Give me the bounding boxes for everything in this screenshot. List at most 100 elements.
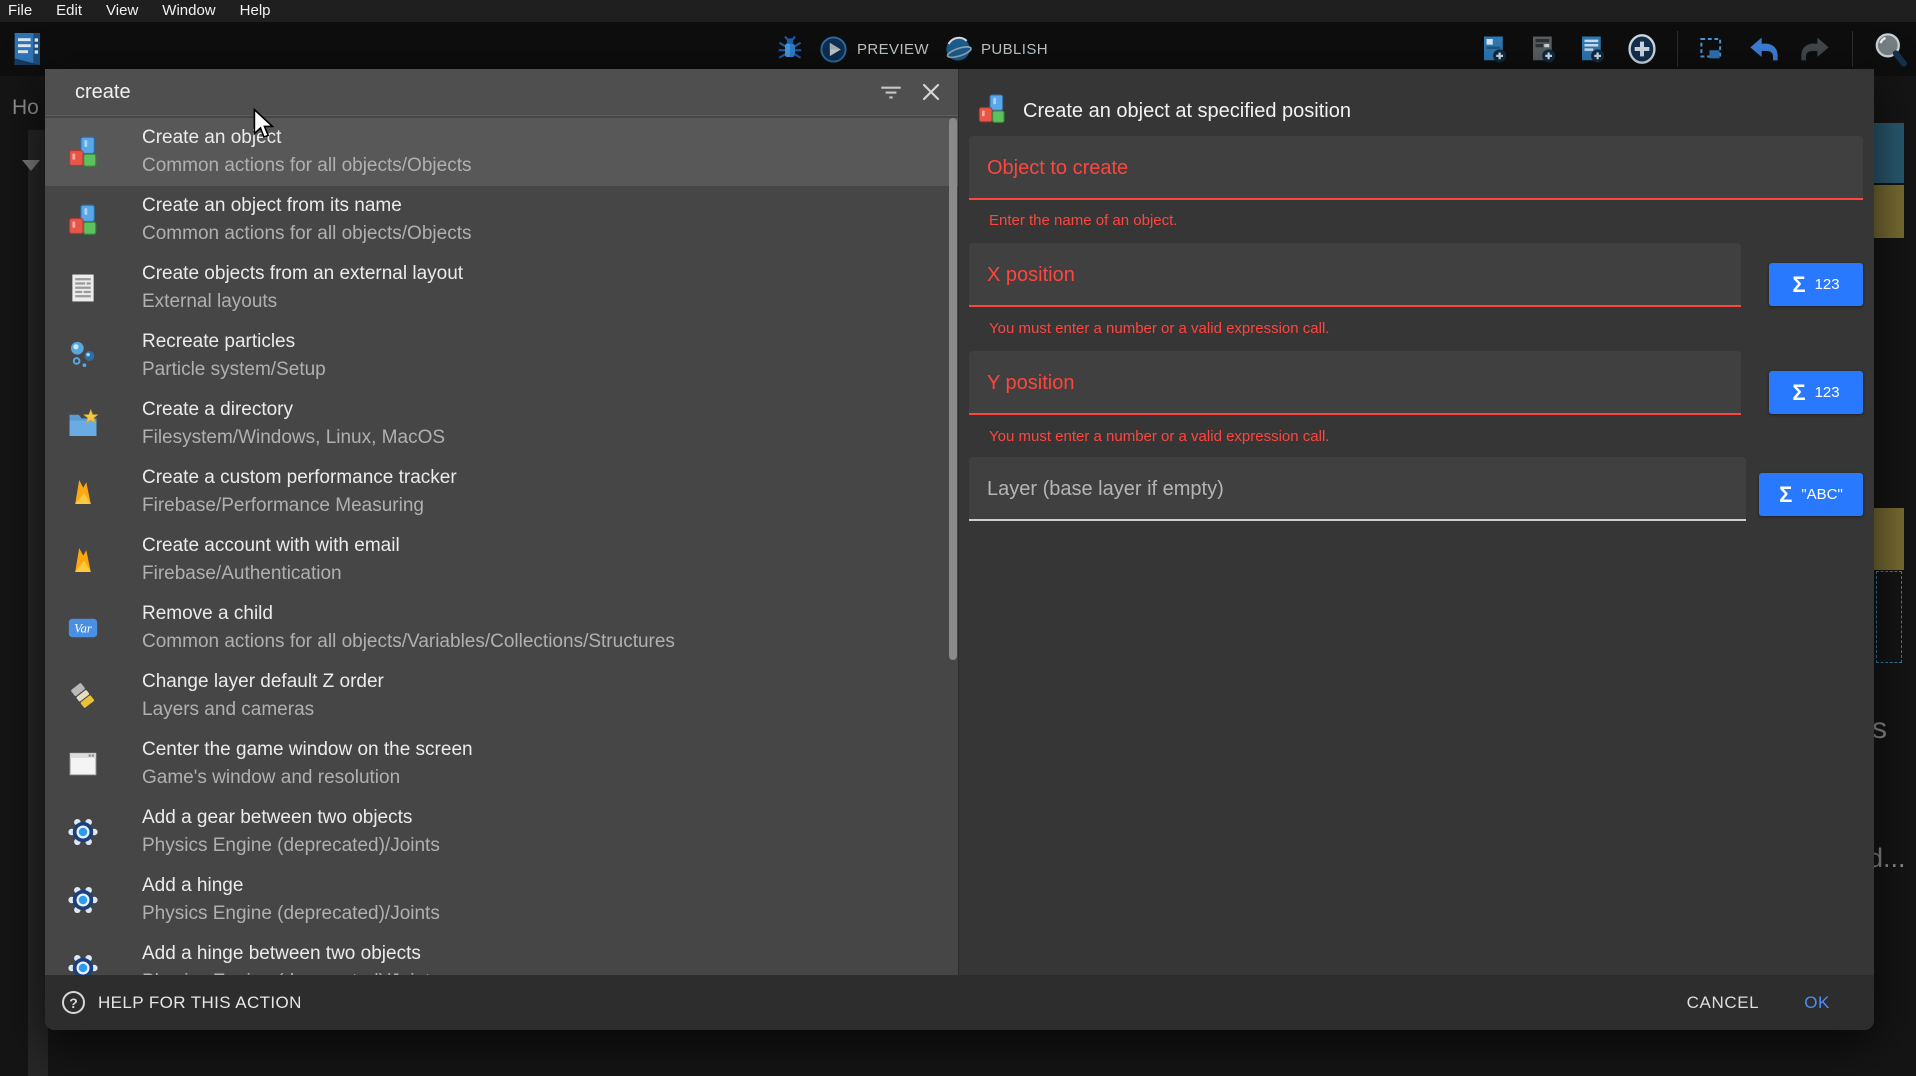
action-list: Create an object Common actions for all o…	[45, 118, 958, 1030]
action-title: Create an object	[142, 126, 471, 150]
menu-view[interactable]: View	[94, 0, 150, 22]
action-list-item[interactable]: Create account with with emailFirebase/A…	[45, 526, 958, 594]
redo-button[interactable]	[1799, 33, 1833, 65]
background-selection-outline	[1876, 571, 1902, 663]
action-title: Change layer default Z order	[142, 670, 384, 694]
object-to-create-helper: Enter the name of an object.	[989, 212, 1177, 229]
undo-button[interactable]	[1746, 33, 1780, 65]
action-title: Create a directory	[142, 398, 445, 422]
action-title: Create account with with email	[142, 534, 400, 558]
y-position-error: You must enter a number or a valid expre…	[989, 428, 1329, 445]
chevron-down-icon[interactable]	[22, 160, 40, 171]
close-button[interactable]	[918, 79, 944, 105]
search-input[interactable]: create	[45, 81, 878, 104]
background-object-olive	[1874, 508, 1904, 570]
action-list-panel: create Create an object Common actions fo…	[45, 69, 958, 1030]
list-scrollbar[interactable]	[949, 118, 957, 660]
action-title: Create objects from an external layout	[142, 262, 463, 286]
menu-bar: File Edit View Window Help	[0, 0, 1916, 22]
background-object-teal	[1874, 123, 1904, 183]
action-subtitle: Common actions for all objects/Objects	[142, 154, 471, 178]
action-title: Add a hinge	[142, 874, 440, 898]
form-header: Create an object at specified position	[976, 93, 1351, 130]
folder-star-icon	[66, 407, 100, 441]
action-list-item[interactable]: Create a custom performance trackerFireb…	[45, 458, 958, 526]
menu-window[interactable]: Window	[150, 0, 227, 22]
layer-expression-button[interactable]: Σ "ABC"	[1759, 473, 1863, 516]
sigma-icon: Σ	[1792, 382, 1805, 404]
action-list-item[interactable]: Change layer default Z orderLayers and c…	[45, 662, 958, 730]
search-icon	[1872, 30, 1908, 68]
menu-file[interactable]: File	[0, 0, 44, 22]
action-list-item[interactable]: Create an object Common actions for all o…	[45, 118, 958, 186]
object-to-create-input[interactable]: Object to create	[969, 136, 1863, 200]
svg-text:Var: Var	[74, 621, 92, 635]
search-bar: create	[45, 69, 958, 116]
globe-icon	[943, 34, 973, 64]
physics-gear-icon	[66, 815, 100, 849]
action-title: Create an object from its name	[142, 194, 471, 218]
undo-icon	[1746, 33, 1780, 65]
menu-edit[interactable]: Edit	[44, 0, 94, 22]
objects-cubes-icon	[976, 93, 1008, 130]
y-expression-button[interactable]: Σ 123	[1769, 371, 1863, 414]
action-list-item[interactable]: Create an object from its nameCommon act…	[45, 186, 958, 254]
debug-button[interactable]	[775, 34, 805, 64]
layers-icon	[66, 679, 100, 713]
firebase-flame-icon	[66, 475, 100, 509]
object-to-create-placeholder: Object to create	[969, 157, 1128, 180]
app-menu-icon	[12, 30, 44, 68]
filter-icon	[878, 79, 904, 105]
variable-icon: Var	[66, 611, 100, 645]
action-list-item[interactable]: Recreate particlesParticle system/Setup	[45, 322, 958, 390]
add-external-layout-button[interactable]	[1577, 34, 1607, 64]
publish-button[interactable]	[943, 34, 973, 64]
y-position-placeholder: Y position	[969, 372, 1074, 395]
add-scene-button[interactable]	[1479, 34, 1509, 64]
publish-label[interactable]: PUBLISH	[981, 41, 1048, 58]
help-for-this-action-button[interactable]: ? HELP FOR THIS ACTION	[62, 991, 302, 1014]
x-expression-button[interactable]: Σ 123	[1769, 263, 1863, 306]
toolbar-separator	[1677, 31, 1678, 67]
action-list-item[interactable]: Add a hinge Physics Engine (deprecated)/J…	[45, 866, 958, 934]
action-form-panel: Create an object at specified position O…	[958, 69, 1874, 1030]
plus-circle-icon	[1626, 32, 1658, 66]
action-list-item[interactable]: Create a directoryFilesystem/Windows, Li…	[45, 390, 958, 458]
action-list-item[interactable]: Create objects from an external layoutEx…	[45, 254, 958, 322]
layer-input[interactable]: Layer (base layer if empty)	[969, 457, 1746, 521]
action-list-item[interactable]: Add a gear between two objects Physics En…	[45, 798, 958, 866]
action-title: Add a gear between two objects	[142, 806, 440, 830]
action-subtitle: Physics Engine (deprecated)/Joints	[142, 834, 440, 858]
action-title: Add a hinge between two objects	[142, 942, 440, 966]
preview-button[interactable]	[819, 35, 848, 64]
search-button[interactable]	[1872, 30, 1908, 68]
action-list-item[interactable]: Center the game window on the screenGame…	[45, 730, 958, 798]
menu-help[interactable]: Help	[228, 0, 283, 22]
preview-label[interactable]: PREVIEW	[857, 41, 929, 58]
toolbar: PREVIEW PUBLISH	[0, 22, 1916, 76]
cancel-button[interactable]: CANCEL	[1687, 993, 1760, 1013]
x-position-placeholder: X position	[969, 264, 1075, 287]
add-external-events-icon	[1528, 34, 1558, 64]
y-position-input[interactable]: Y position	[969, 351, 1741, 415]
action-title: Center the game window on the screen	[142, 738, 473, 762]
action-subtitle: Physics Engine (deprecated)/Joints	[142, 902, 440, 926]
action-list-item[interactable]: Var Remove a child Common actions for all …	[45, 594, 958, 662]
firebase-flame-icon	[66, 543, 100, 577]
add-button[interactable]	[1626, 32, 1658, 66]
ok-button[interactable]: OK	[1804, 993, 1830, 1013]
selection-tool-button[interactable]	[1697, 34, 1727, 64]
bug-icon	[775, 34, 805, 64]
physics-gear-icon	[66, 883, 100, 917]
background-text-fragment: s	[1872, 712, 1887, 746]
form-title: Create an object at specified position	[1023, 100, 1351, 123]
action-subtitle: Common actions for all objects/Variables…	[142, 630, 675, 654]
sigma-icon: Σ	[1779, 484, 1792, 506]
x-position-input[interactable]: X position	[969, 243, 1741, 307]
action-title: Remove a child	[142, 602, 675, 626]
project-manager-button[interactable]	[12, 30, 44, 68]
add-external-events-button[interactable]	[1528, 34, 1558, 64]
redo-icon	[1799, 33, 1833, 65]
filter-button[interactable]	[878, 79, 904, 105]
objects-cubes-icon	[66, 203, 100, 237]
